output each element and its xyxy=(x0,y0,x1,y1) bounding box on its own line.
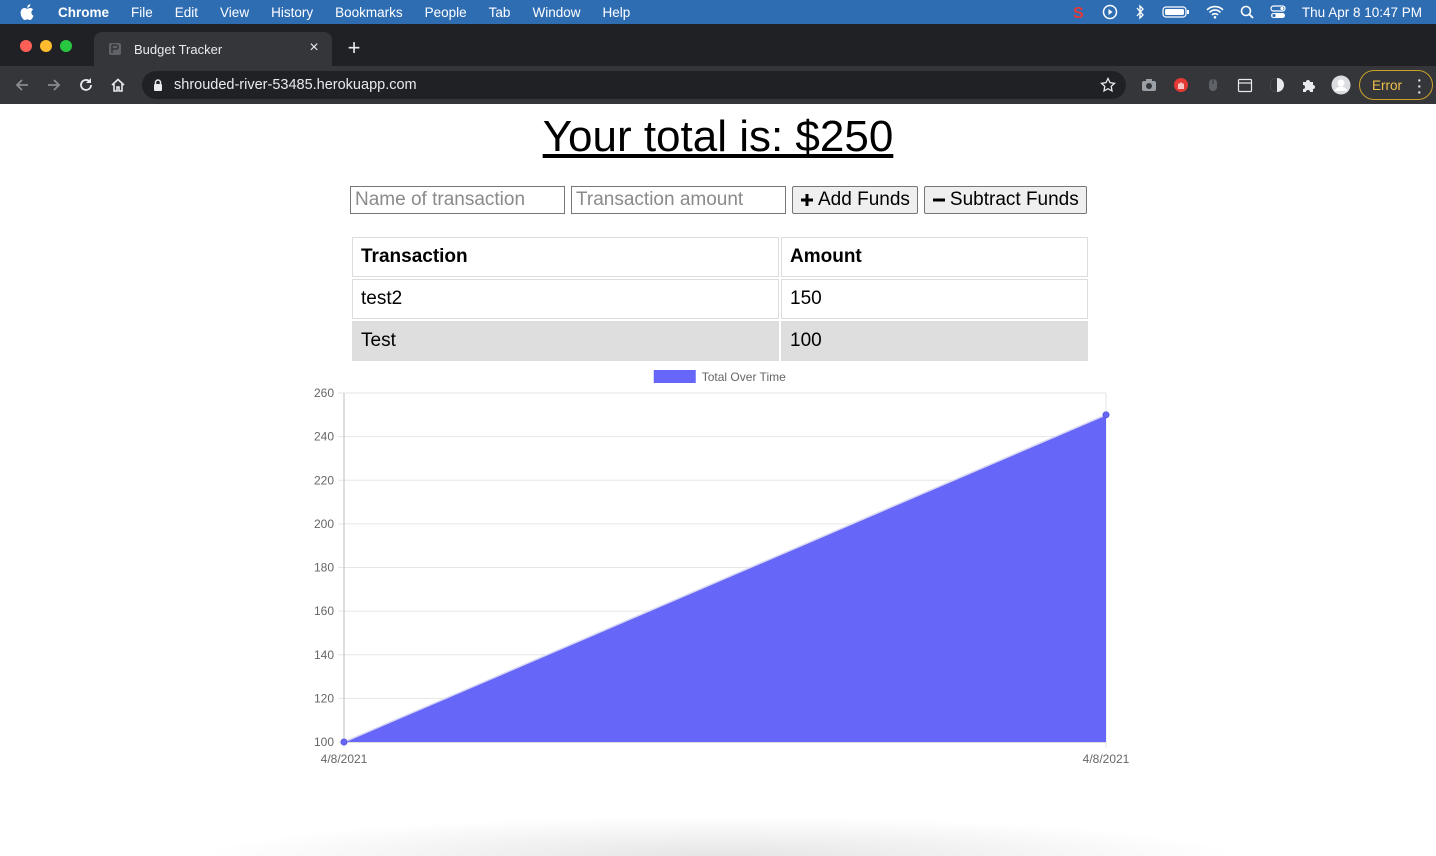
menu-bookmarks[interactable]: Bookmarks xyxy=(335,5,403,20)
extensions-puzzle-icon[interactable] xyxy=(1299,75,1319,95)
chrome-menu-icon[interactable]: · · · xyxy=(1417,73,1422,99)
lock-icon[interactable] xyxy=(152,78,164,92)
page-content: Your total is: $250 Add Funds Subtract F… xyxy=(0,104,1436,856)
control-center-icon[interactable] xyxy=(1270,5,1286,19)
transaction-amount-cell: 100 xyxy=(781,321,1088,361)
home-button[interactable] xyxy=(108,75,128,95)
wifi-icon[interactable] xyxy=(1206,5,1224,19)
x-tick-label: 4/8/2021 xyxy=(1083,752,1130,766)
apple-icon[interactable] xyxy=(20,4,40,20)
menu-app-chrome[interactable]: Chrome xyxy=(58,5,109,20)
transaction-amount-input[interactable] xyxy=(571,186,786,214)
add-funds-label: Add Funds xyxy=(818,189,910,210)
svg-text:S: S xyxy=(1073,5,1084,20)
camera-extension-icon[interactable] xyxy=(1139,75,1159,95)
subtract-funds-button[interactable]: Subtract Funds xyxy=(923,186,1087,214)
header-amount: Amount xyxy=(781,237,1088,277)
transaction-name-input[interactable] xyxy=(350,186,565,214)
calendar-extension-icon[interactable] xyxy=(1235,75,1255,95)
minimize-window-button[interactable] xyxy=(40,40,52,52)
y-tick-label: 220 xyxy=(314,473,334,487)
close-window-button[interactable] xyxy=(20,40,32,52)
close-tab-icon[interactable]: × xyxy=(306,40,322,56)
table-row: test2 150 xyxy=(352,279,1088,319)
menu-history[interactable]: History xyxy=(271,5,313,20)
transactions-table: Transaction Amount test2 150 Test 100 xyxy=(350,235,1090,363)
subtract-funds-label: Subtract Funds xyxy=(949,189,1079,210)
y-tick-label: 100 xyxy=(314,735,334,749)
minus-icon xyxy=(932,198,945,202)
y-tick-label: 140 xyxy=(314,648,334,662)
menu-help[interactable]: Help xyxy=(602,5,630,20)
plus-icon xyxy=(801,194,813,206)
add-funds-button[interactable]: Add Funds xyxy=(792,186,918,214)
spotlight-search-icon[interactable] xyxy=(1240,5,1254,19)
y-tick-label: 260 xyxy=(314,386,334,400)
browser-toolbar: shrouded-river-53485.herokuapp.com Error… xyxy=(0,66,1436,104)
legend-swatch xyxy=(653,370,696,383)
transaction-name-cell: Test xyxy=(352,321,779,361)
menu-edit[interactable]: Edit xyxy=(175,5,198,20)
new-tab-button[interactable]: + xyxy=(344,37,364,59)
menu-people[interactable]: People xyxy=(425,5,467,20)
address-bar[interactable]: shrouded-river-53485.herokuapp.com xyxy=(142,71,1126,99)
menu-file[interactable]: File xyxy=(131,5,153,20)
menu-tab[interactable]: Tab xyxy=(489,5,511,20)
battery-icon[interactable] xyxy=(1162,5,1190,19)
total-over-time-chart: 100 120 140 160 180 200 220 240 260 4/8/2021 4/8/2… xyxy=(314,370,1130,766)
adblock-extension-icon[interactable] xyxy=(1171,75,1191,95)
bookmark-star-icon[interactable] xyxy=(1100,77,1116,93)
menu-view[interactable]: View xyxy=(220,5,249,20)
y-tick-label: 180 xyxy=(314,561,334,575)
menu-window[interactable]: Window xyxy=(532,5,580,20)
bluetooth-icon[interactable] xyxy=(1134,4,1146,20)
forward-button[interactable] xyxy=(44,75,64,95)
tab-title: Budget Tracker xyxy=(134,41,223,57)
maximize-window-button[interactable] xyxy=(60,40,72,52)
reload-button[interactable] xyxy=(76,75,96,95)
transaction-name-cell: test2 xyxy=(352,279,779,319)
table-row: Test 100 xyxy=(352,321,1088,361)
macos-menu-bar: Chrome File Edit View History Bookmarks … xyxy=(0,0,1436,24)
browser-tab-strip: Budget Tracker × + xyxy=(0,24,1436,66)
error-label: Error xyxy=(1372,77,1402,93)
data-point xyxy=(340,738,348,746)
legend-label: Total Over Time xyxy=(702,370,786,384)
data-point xyxy=(1102,411,1110,419)
transaction-form: Add Funds Subtract Funds xyxy=(350,186,1087,214)
transaction-amount-cell: 150 xyxy=(781,279,1088,319)
s-app-icon[interactable]: S xyxy=(1072,4,1086,20)
window-controls xyxy=(20,40,72,52)
menu-clock[interactable]: Thu Apr 8 10:47 PM xyxy=(1302,5,1422,20)
back-button[interactable] xyxy=(12,75,32,95)
page-favicon-icon xyxy=(109,43,121,55)
tab-budget-tracker[interactable]: Budget Tracker × xyxy=(94,32,332,66)
profile-avatar[interactable] xyxy=(1331,75,1351,95)
y-tick-label: 240 xyxy=(314,430,334,444)
table-header-row: Transaction Amount xyxy=(352,237,1088,277)
url-text: shrouded-river-53485.herokuapp.com xyxy=(174,77,417,93)
y-tick-label: 160 xyxy=(314,604,334,618)
page-bottom-shadow xyxy=(200,816,1240,856)
x-tick-label: 4/8/2021 xyxy=(321,752,368,766)
y-tick-label: 120 xyxy=(314,691,334,705)
dark-mode-extension-icon[interactable] xyxy=(1267,75,1287,95)
play-icon[interactable] xyxy=(1102,4,1118,20)
total-heading: Your total is: $250 xyxy=(542,112,894,161)
error-button[interactable]: Error · · · xyxy=(1359,70,1433,100)
header-transaction: Transaction xyxy=(352,237,779,277)
mouse-extension-icon[interactable] xyxy=(1203,75,1223,95)
y-tick-label: 200 xyxy=(314,517,334,531)
